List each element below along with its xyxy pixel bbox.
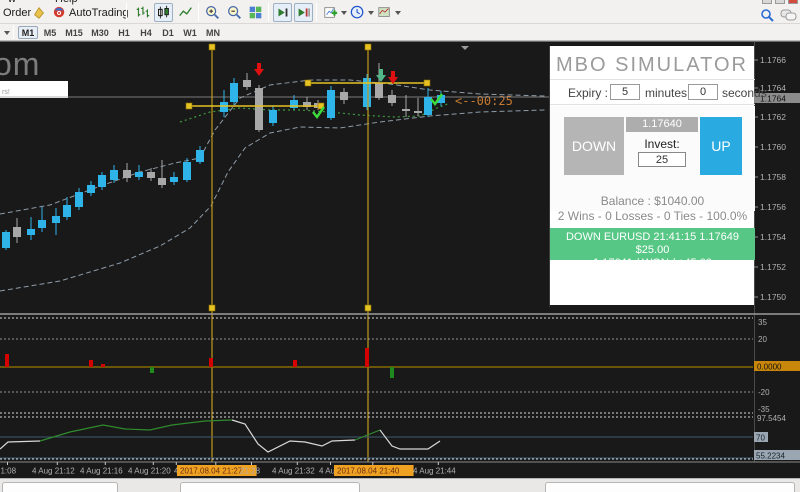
toolbar-separator [316, 3, 317, 21]
timeframe-button-h4[interactable]: H4 [136, 26, 156, 39]
minutes-label: minutes [645, 86, 688, 100]
chart-shift-icon[interactable] [294, 3, 313, 22]
mt4-window: w Help Order AutoTrading [0, 0, 800, 492]
expiry-row: Expiry : minutes seconds [550, 79, 767, 105]
current-price-display: 1.17640 [626, 117, 698, 132]
toolbar-separator [268, 3, 269, 21]
toolbar-main: w Help Order AutoTrading [0, 0, 800, 24]
window-minimize-button[interactable] [762, 0, 772, 4]
expiry-label: Expiry : [568, 86, 609, 100]
toolbar-separator [198, 3, 199, 21]
template-icon[interactable] [376, 3, 393, 22]
timeframe-button-h1[interactable]: H1 [114, 26, 134, 39]
period-clock-icon[interactable] [349, 3, 366, 22]
timeframe-button-mn[interactable]: MN [202, 26, 224, 39]
dock-tab[interactable] [2, 482, 118, 492]
down-button[interactable]: DOWN [564, 117, 624, 175]
timeframe-button-m5[interactable]: M5 [40, 26, 60, 39]
invest-label: Invest: [644, 137, 680, 151]
mbo-simulator-panel: MBO SIMULATOR Expiry : minutes seconds D… [549, 46, 767, 308]
zoom-out-icon[interactable] [225, 3, 244, 22]
chat-icon[interactable] [780, 9, 797, 22]
trade-line1: DOWN EURUSD 21:41:15 1.17649 $25.00 [565, 231, 740, 256]
seconds-label: seconds [722, 86, 767, 100]
new-order-button[interactable]: Order [3, 7, 31, 19]
toolbar-separator [13, 25, 14, 39]
expiry-seconds-input[interactable] [688, 84, 718, 100]
invest-input[interactable] [638, 152, 686, 167]
timeframe-button-d1[interactable]: D1 [158, 26, 178, 39]
timeframe-button-m30[interactable]: M30 [88, 26, 112, 39]
toolbar-separator [126, 3, 127, 21]
window-close-button[interactable] [788, 0, 798, 4]
autotrading-button[interactable]: AutoTrading [69, 7, 129, 19]
chevron-down-icon[interactable] [341, 11, 347, 15]
bar-chart-type-icon[interactable] [133, 3, 152, 22]
chevron-down-icon[interactable] [368, 11, 374, 15]
dock-tab[interactable] [545, 482, 795, 492]
timeframe-button-w1[interactable]: W1 [180, 26, 200, 39]
line-chart-type-icon[interactable] [176, 3, 195, 22]
timeframe-button-m1[interactable]: M1 [18, 26, 38, 39]
broker-watermark: om [0, 46, 41, 82]
panel-title: MBO SIMULATOR [556, 54, 748, 76]
chevron-down-icon[interactable] [395, 11, 401, 15]
expiry-countdown-label: <--00:25 [455, 94, 513, 108]
search-icon[interactable] [760, 8, 774, 22]
toolbar-timeframes: M1 M5 M15 M30 H1 H4 D1 W1 MN [0, 24, 800, 41]
ad-text: rs! [2, 89, 10, 96]
add-indicator-icon[interactable] [322, 3, 339, 22]
zoom-in-icon[interactable] [203, 3, 222, 22]
dock-tab[interactable] [180, 482, 360, 492]
status-strip [0, 478, 800, 492]
autotrading-icon[interactable] [52, 5, 67, 20]
tile-windows-icon[interactable] [246, 3, 265, 22]
up-button[interactable]: UP [700, 117, 742, 175]
timeframe-button-m15[interactable]: M15 [62, 26, 86, 39]
gold-badge-icon[interactable] [31, 5, 47, 21]
chevron-down-icon[interactable] [4, 31, 10, 35]
trade-line2: 1.17641 / WON / +45.00 [593, 257, 712, 269]
menu-item-window[interactable]: w [8, 0, 16, 5]
window-restore-button[interactable] [775, 0, 785, 4]
balance-label: Balance : $1040.00 [600, 194, 705, 208]
candlestick-chart-type-icon[interactable] [154, 3, 173, 22]
last-trade-banner: DOWN EURUSD 21:41:15 1.17649 $25.00 1.17… [550, 228, 755, 269]
stats-label: 2 Wins - 0 Losses - 0 Ties - 100.0% [557, 209, 748, 223]
expiry-minutes-input[interactable] [610, 84, 640, 100]
auto-scroll-icon[interactable] [273, 3, 292, 22]
chart-ad-banner: rs! [0, 81, 68, 98]
